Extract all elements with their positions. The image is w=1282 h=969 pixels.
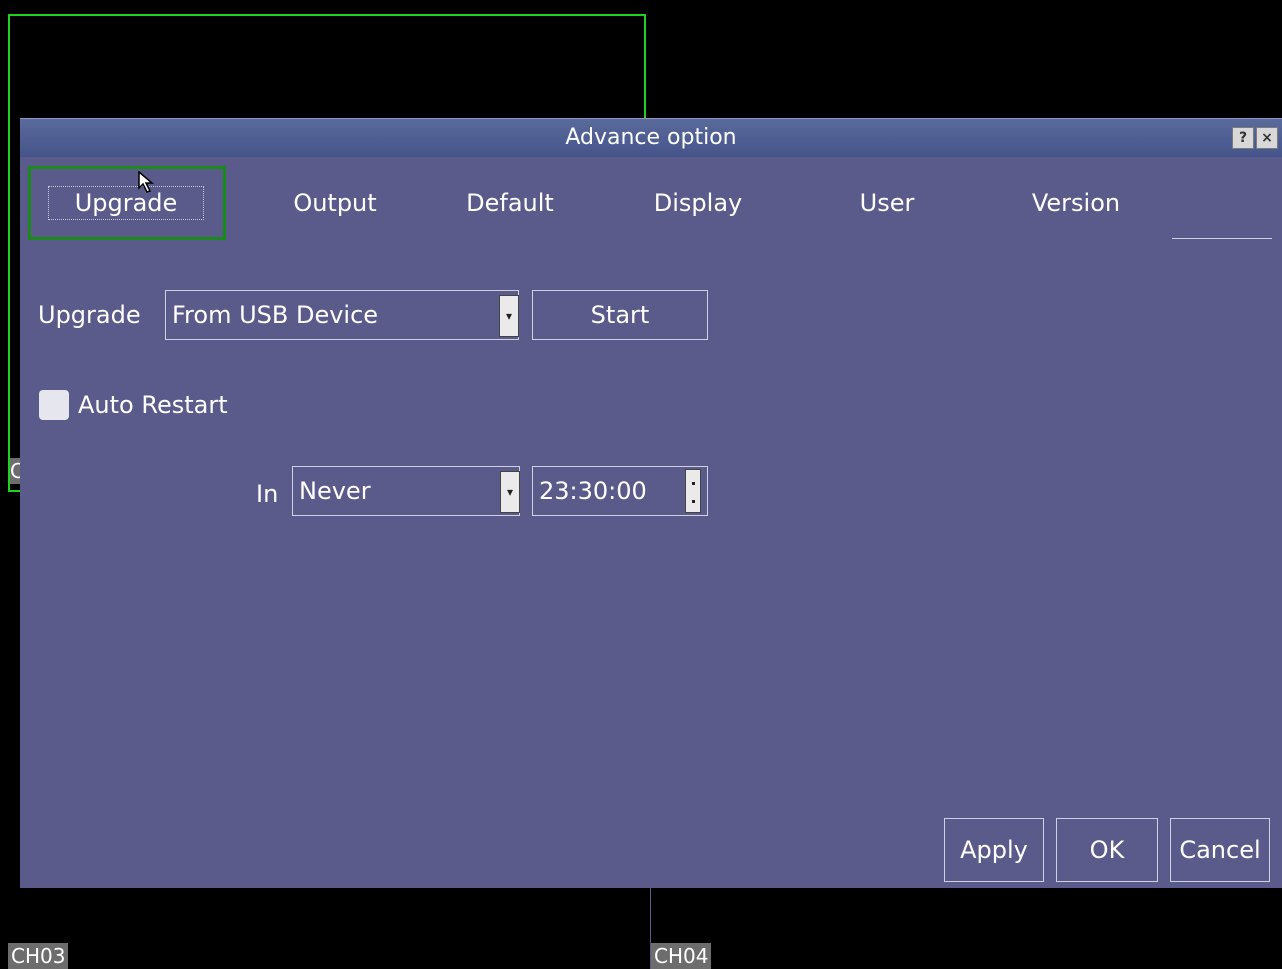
ok-button[interactable]: OK — [1056, 818, 1158, 882]
dialog-titlebar[interactable]: Advance option ? × — [20, 118, 1282, 157]
channel-label-4: CH04 — [651, 943, 712, 969]
close-icon[interactable]: × — [1256, 127, 1278, 149]
auto-restart-checkbox[interactable] — [39, 390, 69, 420]
tab-version[interactable]: Version — [1006, 186, 1146, 220]
tab-underline — [1172, 238, 1272, 239]
restart-interval-value: Never — [299, 477, 371, 505]
channel-label-3: CH03 — [8, 943, 69, 969]
chevron-down-icon[interactable]: ▾ — [500, 471, 520, 513]
restart-interval-select[interactable]: Never ▾ — [292, 466, 520, 516]
upgrade-source-value: From USB Device — [172, 301, 379, 329]
help-icon[interactable]: ? — [1232, 127, 1254, 149]
tab-output[interactable]: Output — [260, 186, 410, 220]
tab-bar: Upgrade Output Default Display User Vers… — [20, 156, 1282, 246]
in-label: In — [256, 480, 279, 508]
mouse-cursor-icon — [138, 171, 155, 193]
channel-label-1: C — [10, 458, 20, 484]
tab-display[interactable]: Display — [628, 186, 768, 220]
dialog-title: Advance option — [565, 125, 737, 150]
advance-option-dialog: Advance option ? × Upgrade Output Defaul… — [20, 118, 1282, 888]
cancel-button[interactable]: Cancel — [1170, 818, 1270, 882]
dvr-screen: C CH03 CH04 Advance option ? × Upgrade O… — [0, 0, 1282, 969]
auto-restart-label: Auto Restart — [78, 391, 228, 419]
tab-user[interactable]: User — [820, 186, 954, 220]
restart-time-field[interactable]: 23:30:00 — [532, 466, 708, 516]
upgrade-source-select[interactable]: From USB Device ▾ — [165, 290, 519, 340]
upgrade-label: Upgrade — [38, 301, 141, 329]
start-button[interactable]: Start — [532, 290, 708, 340]
tab-default[interactable]: Default — [440, 186, 580, 220]
tab-upgrade[interactable]: Upgrade — [48, 186, 204, 220]
restart-time-value: 23:30:00 — [539, 477, 647, 505]
time-spinner-icon[interactable] — [685, 469, 701, 513]
apply-button[interactable]: Apply — [944, 818, 1044, 882]
chevron-down-icon[interactable]: ▾ — [499, 295, 519, 337]
